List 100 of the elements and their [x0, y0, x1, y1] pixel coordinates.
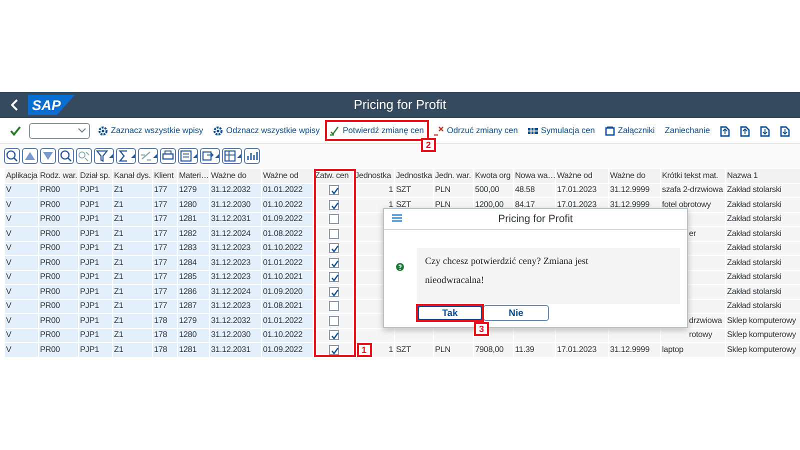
toolbar-button[interactable]: Symulacja cen: [526, 123, 597, 138]
column-header[interactable]: Aplikacja: [4, 168, 38, 183]
table-cell: V: [4, 328, 38, 342]
table-cell: 01.09.2020: [262, 284, 314, 299]
checkbox[interactable]: [328, 200, 338, 210]
column-header[interactable]: Ważne od: [556, 168, 608, 183]
checkbox[interactable]: [328, 301, 338, 312]
table-cell: PJP1: [78, 241, 112, 256]
table-cell: 31.12.2024: [210, 284, 262, 299]
table-cell: PJP1: [78, 198, 112, 212]
toolbar-button[interactable]: Odrzuć zmiany cen: [432, 123, 520, 138]
checkbox[interactable]: [328, 214, 338, 224]
table-cell: 31.12.2023: [210, 270, 262, 284]
table-cell: PJP1: [78, 212, 112, 226]
dialog-message: Czy chcesz potwierdzić ceny? Zmiana jest nieodwracalna!: [417, 248, 680, 304]
checkbox[interactable]: [328, 286, 338, 297]
checkbox[interactable]: [328, 258, 338, 268]
table-cell: Z1: [112, 198, 152, 212]
table-cell: Sklep komputerowy: [726, 314, 800, 328]
table-cell: Z1: [112, 314, 152, 328]
table-cell: PR00: [38, 342, 78, 357]
table-cell: 1282: [178, 226, 210, 241]
table-cell: Z1: [112, 284, 152, 299]
column-header[interactable]: Ważne do: [608, 168, 660, 183]
dropdown-icon: [237, 154, 241, 158]
table-cell: 1286: [178, 284, 210, 299]
table-cell: Z1: [112, 256, 152, 270]
table-cell: 01.01.2022: [262, 256, 314, 270]
print-button[interactable]: [160, 148, 176, 164]
column-header[interactable]: Kwota org: [474, 168, 514, 183]
table-cell: 7908,00: [474, 342, 514, 357]
table-cell: PR00: [38, 314, 78, 328]
table-cell: Zakład stolarski: [726, 198, 800, 212]
page-up-button[interactable]: [718, 124, 732, 138]
checkbox[interactable]: [328, 316, 338, 326]
checkbox[interactable]: [328, 185, 338, 196]
page-up-button[interactable]: [738, 124, 752, 138]
page-down-icon: [780, 124, 790, 136]
checkbox[interactable]: [328, 243, 338, 254]
column-header[interactable]: Nazwa 1: [726, 168, 800, 183]
table-cell: 1281: [178, 212, 210, 226]
gear-icon: [98, 126, 108, 136]
toolbar-button[interactable]: Potwierdź zmianę cen: [328, 123, 426, 138]
export-button[interactable]: [200, 148, 220, 164]
table-cell: 1280: [178, 328, 210, 342]
search-button[interactable]: [58, 148, 74, 164]
toolbar-button[interactable]: Zaznacz wszystkie wpisy: [96, 123, 206, 138]
checkbox[interactable]: [328, 272, 338, 282]
table-cell: V: [4, 342, 38, 357]
column-header[interactable]: Dział sp.: [78, 168, 112, 183]
column-header[interactable]: Ważne od: [262, 168, 314, 183]
sort-down-button[interactable]: [40, 148, 56, 164]
chart-button[interactable]: [244, 148, 260, 164]
table-cell: PR00: [38, 226, 78, 241]
checkmark-icon: [10, 126, 21, 136]
filter-button[interactable]: [94, 148, 114, 164]
page-down-button[interactable]: [778, 124, 792, 138]
toolbar-button[interactable]: Załączniki: [602, 123, 657, 138]
command-field[interactable]: [29, 122, 90, 138]
column-header[interactable]: Jednostka: [394, 168, 434, 183]
zoom-button[interactable]: [4, 148, 20, 164]
column-header[interactable]: Klient: [152, 168, 178, 183]
toolbar-button[interactable]: Odznacz wszystkie wpisy: [211, 123, 322, 138]
checkbox[interactable]: [328, 344, 338, 355]
checkmark-icon: [330, 331, 340, 342]
table-cell: Z1: [112, 328, 152, 342]
page-down-button[interactable]: [758, 124, 772, 138]
checkbox[interactable]: [328, 228, 338, 239]
toolbar-button[interactable]: Zaniechanie: [662, 123, 712, 138]
table-cell: Z1: [112, 212, 152, 226]
sum-button[interactable]: [116, 148, 136, 164]
sort-up-button[interactable]: [22, 148, 38, 164]
dropdown-icon: [109, 154, 113, 158]
search-next-button[interactable]: [76, 148, 92, 164]
layout-button[interactable]: [222, 148, 242, 164]
table-cell: 01.10.2022: [262, 241, 314, 256]
table-cell: 31.12.2030: [210, 198, 262, 212]
table-cell: PR00: [38, 256, 78, 270]
dropdown-icon: [215, 154, 219, 158]
subtotal-button[interactable]: [138, 148, 158, 164]
column-header[interactable]: Kanał dys.: [112, 168, 152, 183]
column-header[interactable]: Jedn. war.: [434, 168, 474, 183]
table-cell: PR00: [38, 241, 78, 256]
view-button[interactable]: [178, 148, 198, 164]
column-header[interactable]: Ważne do: [210, 168, 262, 183]
column-header[interactable]: Jednostka: [354, 168, 394, 183]
column-header[interactable]: Rodz. war.: [38, 168, 78, 183]
back-icon: [11, 98, 19, 111]
dialog-button[interactable]: Nie: [483, 305, 549, 321]
cross-icon: [434, 126, 444, 136]
table-cell: 1283: [178, 241, 210, 256]
table-cell: 31.12.2032: [210, 314, 262, 328]
dropdown-icon: [193, 154, 197, 158]
enter-button[interactable]: [8, 124, 23, 136]
column-header[interactable]: Krótki tekst mat.: [660, 168, 726, 183]
table-cell: PJP1: [78, 328, 112, 342]
checkmark-icon: [330, 244, 340, 254]
column-header[interactable]: Nowa wa…: [514, 168, 556, 183]
checkbox[interactable]: [328, 330, 338, 340]
column-header[interactable]: Materi…: [178, 168, 210, 183]
